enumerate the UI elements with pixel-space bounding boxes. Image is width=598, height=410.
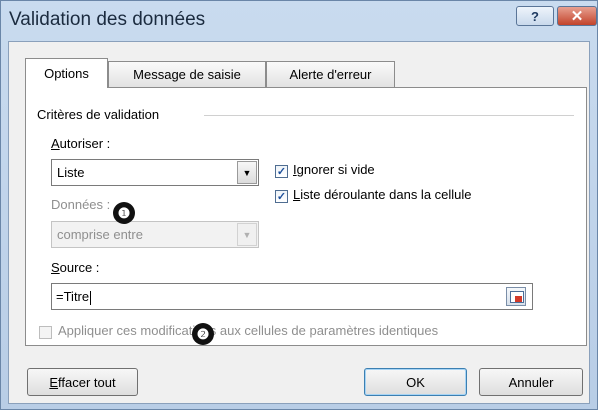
tab-options[interactable]: Options xyxy=(25,58,108,88)
group-separator xyxy=(204,115,574,116)
criteria-group-label: Critères de validation xyxy=(37,107,160,122)
donnees-select[interactable]: comprise entre ▼ xyxy=(51,221,259,248)
donnees-value: comprise entre xyxy=(57,227,143,242)
callout-1: ❶ xyxy=(113,202,135,224)
ignore-blank-label[interactable]: Ignorer si vide xyxy=(293,162,375,177)
autoriser-select[interactable]: Liste ▼ xyxy=(51,159,259,186)
clear-all-label-text: ffacer tout xyxy=(58,374,116,390)
callout-2: ❷ xyxy=(192,323,214,345)
source-value: =Titre xyxy=(56,289,90,304)
autoriser-label-text: utoriser : xyxy=(59,136,111,151)
autoriser-mnemonic: A xyxy=(51,136,60,151)
help-button[interactable]: ? xyxy=(516,6,554,26)
in-cell-dropdown-label-text: iste déroulante dans la cellule xyxy=(300,187,472,202)
checkmark-icon: ✓ xyxy=(276,191,287,203)
apply-all-label[interactable]: Appliquer ces modifications aux cellules… xyxy=(58,323,438,338)
apply-all-checkbox[interactable] xyxy=(39,326,52,339)
tab-options-label: Options xyxy=(44,66,89,81)
tab-message-de-saisie[interactable]: Message de saisie xyxy=(108,61,266,87)
range-marker-icon xyxy=(515,296,522,302)
close-icon: ✕ xyxy=(570,8,584,25)
close-button[interactable]: ✕ xyxy=(557,6,597,26)
text-caret xyxy=(90,290,92,305)
range-select-button[interactable] xyxy=(506,287,526,306)
options-panel: Critères de validation Autoriser : Liste… xyxy=(25,87,587,346)
dialog-window: Validation des données ? ✕ Options Messa… xyxy=(0,0,598,410)
cancel-button[interactable]: Annuler xyxy=(479,368,583,396)
tab-alerte-erreur-label: Alerte d'erreur xyxy=(289,67,372,82)
window-title: Validation des données xyxy=(9,9,206,30)
ignore-blank-label-text: gnorer si vide xyxy=(296,162,375,177)
title-bar[interactable]: Validation des données ? ✕ xyxy=(1,1,597,41)
source-mnemonic: S xyxy=(51,260,60,275)
ignore-blank-checkbox[interactable]: ✓ xyxy=(275,165,288,178)
clear-all-button[interactable]: Effacer tout xyxy=(27,368,138,396)
source-label-text: ource : xyxy=(59,260,100,275)
donnees-label: Données : xyxy=(51,197,111,212)
ok-label: OK xyxy=(406,374,425,390)
clear-all-mnemonic: E xyxy=(49,374,59,390)
autoriser-value: Liste xyxy=(57,165,85,180)
in-cell-dropdown-label[interactable]: Liste déroulante dans la cellule xyxy=(293,187,472,202)
tab-message-de-saisie-label: Message de saisie xyxy=(133,67,241,82)
tab-alerte-erreur[interactable]: Alerte d'erreur xyxy=(266,61,395,87)
checkmark-icon: ✓ xyxy=(276,166,287,178)
source-input[interactable]: =Titre xyxy=(51,283,533,310)
in-cell-dropdown-checkbox[interactable]: ✓ xyxy=(275,190,288,203)
ok-button[interactable]: OK xyxy=(364,368,467,396)
help-icon: ? xyxy=(531,8,539,24)
autoriser-label: Autoriser : xyxy=(51,136,110,151)
chevron-down-icon[interactable]: ▼ xyxy=(237,161,257,184)
source-label: Source : xyxy=(51,260,99,275)
dialog-client: Options Message de saisie Alerte d'erreu… xyxy=(8,41,590,404)
cancel-label: Annuler xyxy=(508,374,554,390)
clear-all-label: Effacer tout xyxy=(49,375,115,390)
chevron-down-icon[interactable]: ▼ xyxy=(237,223,257,246)
